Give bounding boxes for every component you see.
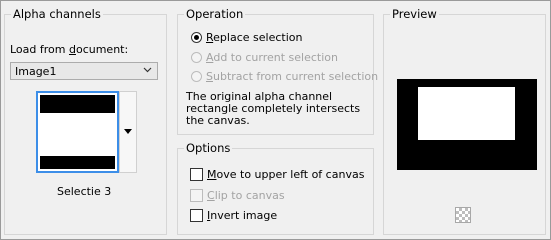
invert-image-label[interactable]: Invert image [207,209,277,222]
move-to-upper-left-checkbox[interactable] [190,168,203,181]
load-from-document-label: Load from document: [10,43,129,56]
alpha-channels-title: Alpha channels [11,7,103,21]
radio-selected-dot [194,35,199,40]
preview-image [397,79,537,170]
operation-message: The original alpha channel rectangle com… [186,90,361,127]
thumbnail-dropdown-button[interactable] [119,91,137,173]
document-select[interactable]: Image1 [10,62,158,80]
checkerboard-zoom-icon[interactable] [455,207,471,223]
subtract-from-selection-radio[interactable] [191,71,202,82]
thumbnail-image [40,95,115,169]
selection-name-label: Selectie 3 [57,185,112,198]
preview-white-area [418,87,515,140]
add-to-selection-label[interactable]: Add to current selection [206,51,338,64]
operation-title: Operation [184,7,246,21]
replace-selection-label[interactable]: Replace selection [206,31,302,44]
document-select-value: Image1 [15,65,57,78]
move-to-upper-left-label[interactable]: Move to upper left of canvas [207,168,364,181]
chevron-down-icon [143,67,152,73]
preview-title: Preview [390,7,439,21]
invert-image-checkbox[interactable] [190,209,203,222]
options-title: Options [184,141,233,155]
clip-to-canvas-checkbox[interactable] [190,189,203,202]
alpha-channel-thumbnail[interactable] [36,91,119,173]
clip-to-canvas-label[interactable]: Clip to canvas [207,189,285,202]
add-to-selection-radio[interactable] [191,52,202,63]
thumbnail-white-area [40,113,115,156]
dropdown-arrow-icon [124,129,132,134]
subtract-from-selection-label[interactable]: Subtract from current selection [206,70,378,83]
replace-selection-radio[interactable] [191,32,202,43]
